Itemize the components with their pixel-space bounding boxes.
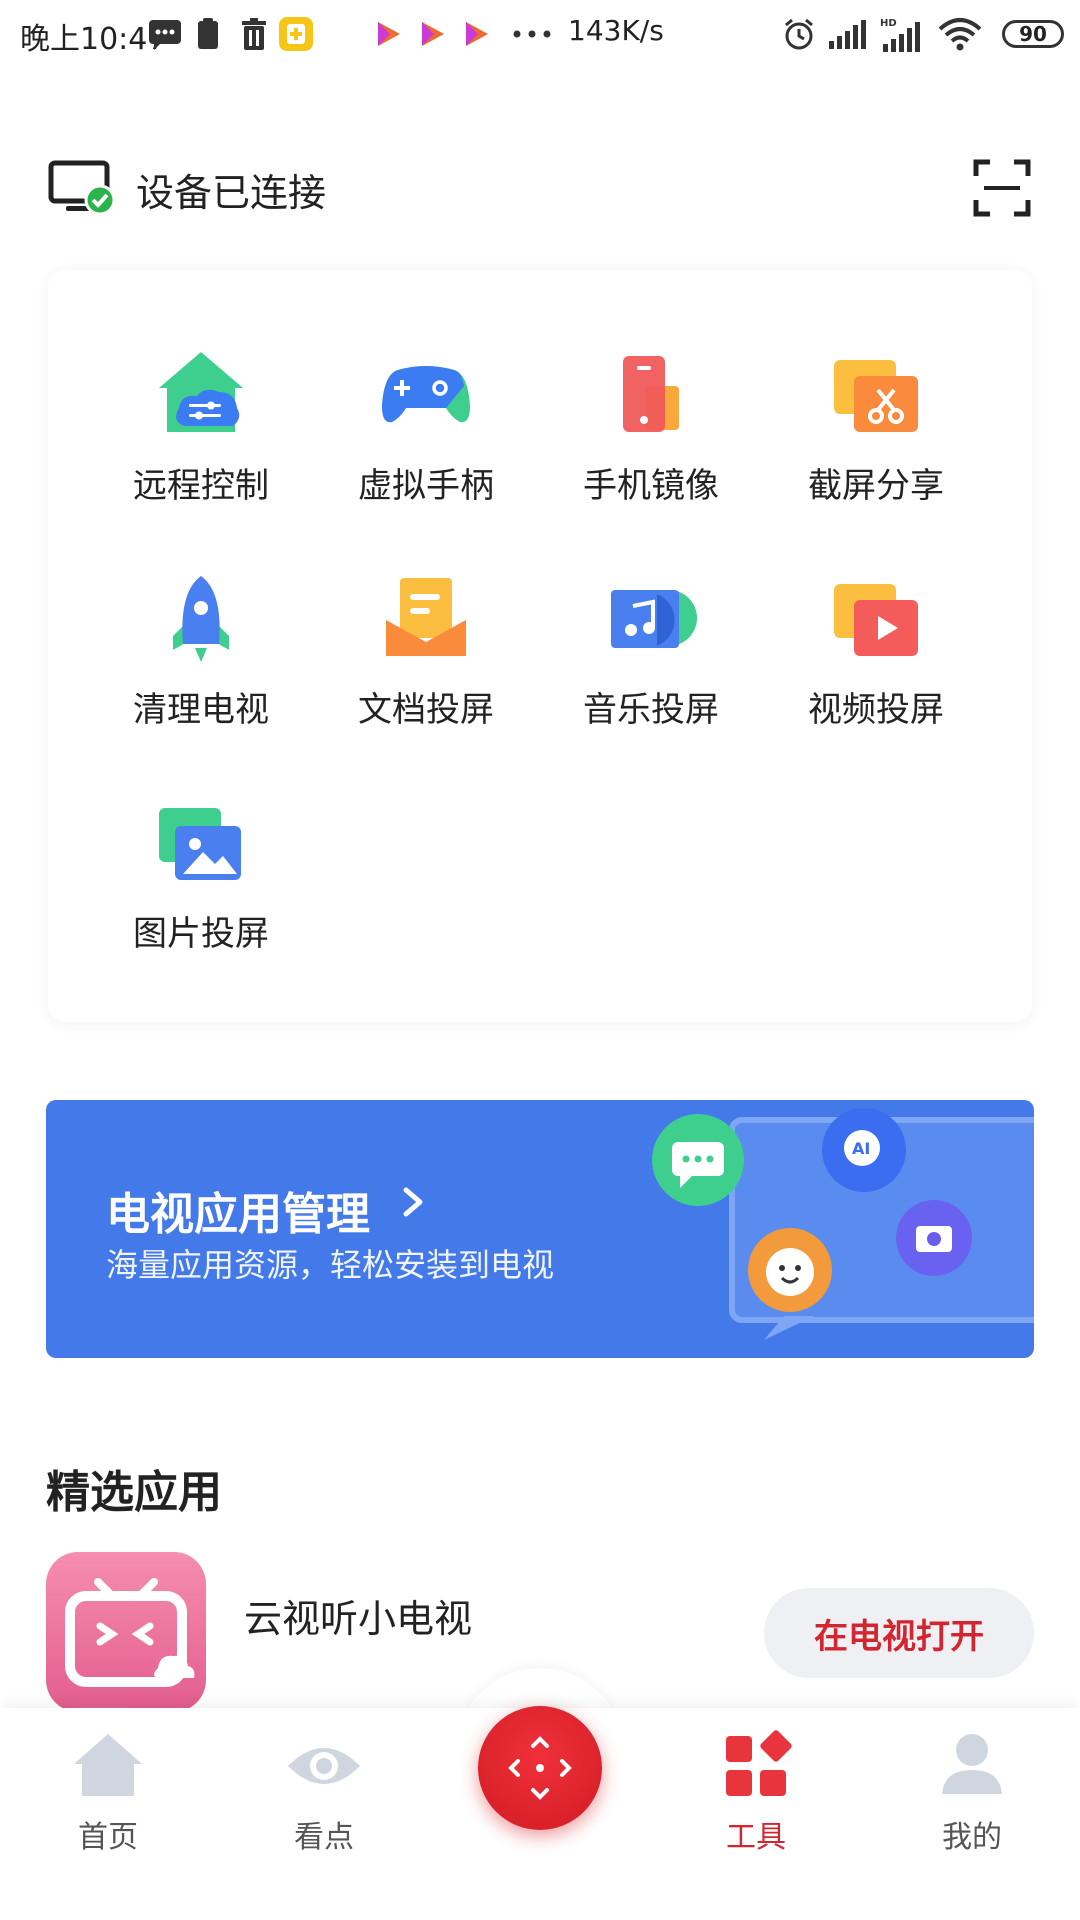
tool-remote-control[interactable]: 远程控制 [96,346,296,546]
dpad-icon [508,1736,572,1800]
document-cast-icon [376,570,476,670]
nav-label: 我的 [942,1820,1002,1855]
phone-mirror-icon [601,346,701,446]
trash-icon [240,14,268,54]
tool-video-cast[interactable]: 视频投屏 [771,570,971,770]
banner-title: 电视应用管理 [106,1189,370,1240]
tools-card: 远程控制 虚拟手柄 手机镜像 截屏分享 清理电视 文档投屏 音乐投屏 视频投屏 … [48,270,1032,1022]
signal-hd-icon: HD [880,14,924,54]
music-cast-icon [601,570,701,670]
svg-text:AI: AI [852,1139,870,1158]
remote-dpad-button[interactable] [478,1706,602,1830]
alarm-icon [782,14,816,54]
screenshot-share-icon [826,346,926,446]
signal-icon [828,14,870,54]
tool-clean-tv[interactable]: 清理电视 [96,570,296,770]
tv-illustration: AI [634,1100,1034,1358]
eye-icon [288,1748,360,1784]
gamepad-icon [376,346,476,446]
rocket-icon [151,570,251,670]
nav-label: 首页 [78,1820,138,1855]
message-icon [148,14,182,54]
tool-label: 文档投屏 [358,690,494,730]
tool-label: 虚拟手柄 [358,466,494,506]
clipboard-icon [196,14,220,54]
app-notification-icon [278,14,314,54]
remote-control-icon [151,346,251,446]
app-tv-icon [46,1552,206,1712]
open-on-tv-button[interactable]: 在电视打开 [764,1588,1034,1678]
tool-label: 手机镜像 [583,466,719,506]
video-cast-icon [826,570,926,670]
tool-screenshot-share[interactable]: 截屏分享 [771,346,971,546]
nav-label: 看点 [294,1820,354,1855]
video-app-icon [416,14,448,54]
tool-label: 截屏分享 [808,466,944,506]
tv-connected-icon [48,160,116,216]
tool-document-cast[interactable]: 文档投屏 [321,570,521,770]
tool-label: 图片投屏 [133,914,269,954]
tool-label: 视频投屏 [808,690,944,730]
banner-subtitle: 海量应用资源，轻松安装到电视 [106,1246,555,1284]
scan-icon[interactable] [972,158,1032,218]
device-header: 设备已连接 [48,152,1032,224]
nav-item-profile[interactable]: 我的 [902,1730,1042,1856]
tool-label: 音乐投屏 [583,690,719,730]
device-status-text: 设备已连接 [136,171,327,215]
video-app-icon [372,14,404,54]
tool-phone-mirror[interactable]: 手机镜像 [546,346,746,546]
nav-item-tools[interactable]: 工具 [686,1730,826,1856]
wifi-icon [938,14,982,54]
app-name: 云视听小电视 [244,1597,473,1641]
tool-label: 远程控制 [133,466,269,506]
status-time: 晚上10:47 [20,22,167,57]
image-cast-icon [151,794,251,894]
chevron-right-icon [396,1182,430,1222]
home-icon [74,1734,142,1796]
svg-text:HD: HD [880,18,897,29]
tool-music-cast[interactable]: 音乐投屏 [546,570,746,770]
featured-section-title: 精选应用 [46,1467,222,1518]
more-dots-icon [512,14,552,54]
nav-item-home[interactable]: 首页 [38,1730,178,1856]
tool-label: 清理电视 [133,690,269,730]
network-speed: 143K/s [568,14,664,47]
tools-icon [726,1730,792,1796]
tool-image-cast[interactable]: 图片投屏 [96,794,296,994]
nav-item-discover[interactable]: 看点 [254,1730,394,1856]
battery-indicator: 90 [1002,20,1064,48]
nav-label: 工具 [726,1820,786,1855]
tool-gamepad[interactable]: 虚拟手柄 [321,346,521,546]
video-app-icon [460,14,492,54]
profile-icon [942,1734,1002,1794]
tv-app-management-banner[interactable]: 电视应用管理 海量应用资源，轻松安装到电视 AI [46,1100,1034,1358]
status-bar: 晚上10:47 143K/s HD 90 [0,0,1080,72]
